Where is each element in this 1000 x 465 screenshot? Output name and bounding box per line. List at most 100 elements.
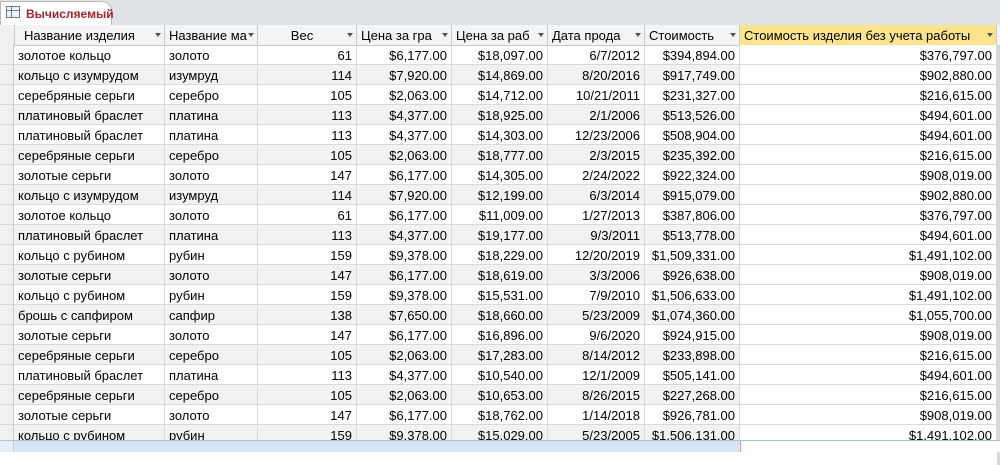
cell-cost-without-work[interactable]: $216,615.00 [740, 385, 997, 404]
cell-cost[interactable]: $231,327.00 [645, 85, 740, 104]
dropdown-arrow-icon[interactable] [347, 33, 353, 37]
cell-work-price[interactable]: $18,097.00 [452, 45, 548, 64]
column-header-material[interactable]: Название ма [165, 25, 258, 45]
cell-material[interactable]: сапфир [165, 305, 258, 324]
cell-weight[interactable]: 113 [258, 105, 357, 124]
cell-sale-date[interactable]: 6/7/2012 [548, 45, 645, 64]
cell-work-price[interactable]: $14,305.00 [452, 165, 548, 184]
cell-sale-date[interactable]: 12/1/2009 [548, 365, 645, 384]
cell-sale-date[interactable]: 3/3/2006 [548, 265, 645, 284]
row-selector[interactable] [0, 145, 14, 164]
select-all-corner[interactable] [0, 25, 15, 45]
dropdown-arrow-icon[interactable] [248, 33, 254, 37]
tab-computed-query[interactable]: Вычисляемый [0, 1, 114, 25]
cell-work-price[interactable]: $12,199.00 [452, 185, 548, 204]
cell-weight[interactable]: 105 [258, 345, 357, 364]
cell-material[interactable]: изумруд [165, 65, 258, 84]
table-row[interactable]: серебряные серьги серебро 105 $2,063.00 $17,… [0, 345, 1000, 365]
cell-material[interactable]: золото [165, 325, 258, 344]
cell-work-price[interactable]: $11,009.00 [452, 205, 548, 224]
column-header-price-per-gram[interactable]: Цена за гра [357, 25, 452, 45]
cell-price-per-gram[interactable]: $4,377.00 [357, 225, 452, 244]
cell-cost[interactable]: $926,638.00 [645, 265, 740, 284]
cell-price-per-gram[interactable]: $7,650.00 [357, 305, 452, 324]
row-selector[interactable] [0, 125, 14, 144]
cell-price-per-gram[interactable]: $2,063.00 [357, 145, 452, 164]
cell-work-price[interactable]: $14,712.00 [452, 85, 548, 104]
row-selector[interactable] [0, 441, 14, 452]
cell-product-name[interactable]: серебряные серьги [14, 345, 165, 364]
row-selector[interactable] [0, 385, 14, 404]
cell-sale-date[interactable]: 1/14/2018 [548, 405, 645, 424]
row-selector[interactable] [0, 105, 14, 124]
cell-material[interactable]: серебро [165, 145, 258, 164]
row-selector[interactable] [0, 225, 14, 244]
cell-weight[interactable]: 138 [258, 305, 357, 324]
cell-weight[interactable]: 61 [258, 205, 357, 224]
cell-price-per-gram[interactable]: $2,063.00 [357, 345, 452, 364]
cell-work-price[interactable]: $15,531.00 [452, 285, 548, 304]
cell-cost[interactable]: $917,749.00 [645, 65, 740, 84]
cell-cost-without-work[interactable]: $216,615.00 [740, 145, 997, 164]
cell-cost-without-work[interactable]: $216,615.00 [740, 345, 997, 364]
cell-cost[interactable]: $387,806.00 [645, 205, 740, 224]
table-row[interactable]: серебряные серьги серебро 105 $2,063.00 $18,… [0, 145, 1000, 165]
table-row[interactable]: золотые серьги золото 147 $6,177.00 $18,762.… [0, 405, 1000, 425]
cell-work-price[interactable]: $16,896.00 [452, 325, 548, 344]
table-row[interactable]: золотое кольцо золото 61 $6,177.00 $18,097.0… [0, 45, 1000, 65]
cell-weight[interactable]: 61 [258, 45, 357, 64]
cell-sale-date[interactable]: 2/3/2015 [548, 145, 645, 164]
cell-price-per-gram[interactable]: $6,177.00 [357, 165, 452, 184]
cell-cost-without-work[interactable]: $1,491,102.00 [740, 245, 997, 264]
cell-weight[interactable]: 105 [258, 145, 357, 164]
column-header-work-price[interactable]: Цена за раб [452, 25, 548, 45]
cell-cost-without-work[interactable]: $494,601.00 [740, 225, 997, 244]
cell-sale-date[interactable]: 8/14/2012 [548, 345, 645, 364]
cell-sale-date[interactable]: 2/1/2006 [548, 105, 645, 124]
cell-price-per-gram[interactable]: $6,177.00 [357, 265, 452, 284]
column-header-cost-without-work[interactable]: Стоимость изделия без учета работы [740, 25, 997, 45]
cell-cost-without-work[interactable]: $216,615.00 [740, 85, 997, 104]
table-row[interactable]: кольцо с рубином рубин 159 $9,378.00 $18,229… [0, 245, 1000, 265]
cell-product-name[interactable]: платиновый браслет [14, 105, 165, 124]
cell-sale-date[interactable]: 8/26/2015 [548, 385, 645, 404]
cell-weight[interactable]: 159 [258, 285, 357, 304]
cell-cost[interactable]: $1,074,360.00 [645, 305, 740, 324]
row-selector[interactable] [0, 405, 14, 424]
cell-cost[interactable]: $508,904.00 [645, 125, 740, 144]
cell-product-name[interactable]: кольцо с рубином [14, 245, 165, 264]
cell-cost[interactable]: $227,268.00 [645, 385, 740, 404]
row-selector[interactable] [0, 325, 14, 344]
table-row[interactable]: серебряные серьги серебро 105 $2,063.00 $14,… [0, 85, 1000, 105]
cell-weight[interactable]: 113 [258, 365, 357, 384]
cell-cost-without-work[interactable]: $908,019.00 [740, 405, 997, 424]
cell-weight[interactable]: 147 [258, 265, 357, 284]
cell-product-name[interactable]: платиновый браслет [14, 125, 165, 144]
cell-cost[interactable]: $1,509,331.00 [645, 245, 740, 264]
cell-cost[interactable]: $926,781.00 [645, 405, 740, 424]
cell-material[interactable]: серебро [165, 385, 258, 404]
cell-cost-without-work[interactable]: $494,601.00 [740, 105, 997, 124]
cell-cost[interactable]: $924,915.00 [645, 325, 740, 344]
table-row[interactable]: платиновый браслет платина 113 $4,377.00 $14… [0, 125, 1000, 145]
cell-product-name[interactable]: золотые серьги [14, 165, 165, 184]
dropdown-arrow-icon[interactable] [155, 33, 161, 37]
row-selector[interactable] [0, 65, 14, 84]
cell-material[interactable]: золото [165, 45, 258, 64]
cell-cost-without-work[interactable]: $376,797.00 [740, 45, 997, 64]
cell-cost-without-work[interactable]: $1,491,102.00 [740, 285, 997, 304]
cell-cost[interactable]: $235,392.00 [645, 145, 740, 164]
cell-work-price[interactable]: $17,283.00 [452, 345, 548, 364]
row-selector[interactable] [0, 245, 14, 264]
cell-price-per-gram[interactable]: $4,377.00 [357, 125, 452, 144]
row-selector[interactable] [0, 345, 14, 364]
cell-price-per-gram[interactable]: $9,378.00 [357, 285, 452, 304]
cell-work-price[interactable]: $14,869.00 [452, 65, 548, 84]
cell-cost[interactable]: $233,898.00 [645, 345, 740, 364]
cell-material[interactable]: золото [165, 205, 258, 224]
cell-price-per-gram[interactable]: $2,063.00 [357, 85, 452, 104]
cell-cost-without-work[interactable]: $908,019.00 [740, 165, 997, 184]
cell-weight[interactable]: 147 [258, 165, 357, 184]
cell-work-price[interactable]: $18,660.00 [452, 305, 548, 324]
cell-weight[interactable]: 159 [258, 245, 357, 264]
